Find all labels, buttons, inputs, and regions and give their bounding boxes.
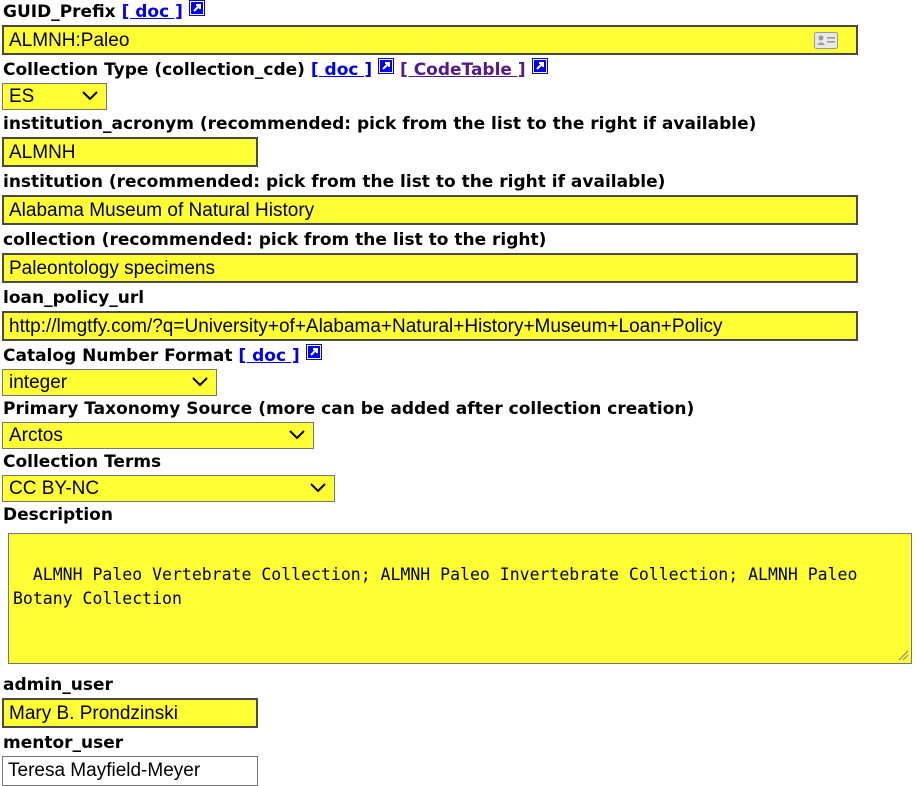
collection-type-label: Collection Type (collection_cde) [ doc ]… bbox=[3, 58, 548, 80]
guid-prefix-doc-link[interactable]: [ doc ] bbox=[122, 2, 183, 22]
collection-terms-select[interactable]: CC BY-NC bbox=[2, 475, 335, 502]
loan-policy-url-input[interactable]: http://lmgtfy.com/?q=University+of+Alaba… bbox=[2, 311, 858, 341]
external-link-icon[interactable] bbox=[188, 0, 205, 16]
chevron-down-icon bbox=[310, 483, 326, 493]
catalog-number-format-select[interactable]: integer bbox=[2, 369, 217, 396]
collection-type-value: ES bbox=[9, 86, 35, 107]
chevron-down-icon bbox=[82, 91, 98, 101]
guid-prefix-value: ALMNH:Paleo bbox=[9, 30, 130, 51]
external-link-icon[interactable] bbox=[531, 58, 548, 74]
primary-taxonomy-source-value: Arctos bbox=[9, 425, 63, 446]
guid-prefix-label: GUID_Prefix [ doc ] bbox=[3, 0, 205, 22]
collection-value: Paleontology specimens bbox=[9, 258, 215, 279]
catalog-number-format-doc-link[interactable]: [ doc ] bbox=[238, 346, 299, 366]
collection-terms-value: CC BY-NC bbox=[9, 478, 100, 499]
collection-input[interactable]: Paleontology specimens bbox=[2, 253, 858, 283]
contact-card-icon[interactable] bbox=[814, 32, 838, 49]
description-textarea[interactable]: ALMNH Paleo Vertebrate Collection; ALMNH… bbox=[8, 533, 912, 664]
institution-acronym-input[interactable]: ALMNH bbox=[2, 137, 258, 167]
primary-taxonomy-source-select[interactable]: Arctos bbox=[2, 422, 314, 449]
external-link-icon[interactable] bbox=[378, 58, 395, 74]
institution-label: institution (recommended: pick from the … bbox=[3, 172, 666, 192]
code-table-link[interactable]: [ CodeTable ] bbox=[400, 60, 526, 80]
mentor-user-label: mentor_user bbox=[3, 733, 124, 753]
external-link-icon[interactable] bbox=[305, 344, 322, 360]
admin-user-input[interactable]: Mary B. Prondzinski bbox=[2, 698, 258, 728]
chevron-down-icon bbox=[192, 377, 208, 387]
admin-user-label: admin_user bbox=[3, 675, 113, 695]
catalog-number-format-label: Catalog Number Format [ doc ] bbox=[3, 344, 322, 366]
mentor-user-value: Teresa Mayfield-Meyer bbox=[8, 760, 201, 781]
mentor-user-input[interactable]: Teresa Mayfield-Meyer bbox=[2, 756, 258, 786]
chevron-down-icon bbox=[289, 430, 305, 440]
description-value: ALMNH Paleo Vertebrate Collection; ALMNH… bbox=[13, 565, 868, 608]
primary-taxonomy-source-label: Primary Taxonomy Source (more can be add… bbox=[3, 399, 695, 419]
institution-acronym-value: ALMNH bbox=[9, 142, 76, 163]
collection-type-select[interactable]: ES bbox=[2, 83, 107, 110]
institution-value: Alabama Museum of Natural History bbox=[9, 200, 315, 221]
description-label: Description bbox=[3, 505, 113, 525]
admin-user-value: Mary B. Prondzinski bbox=[9, 703, 178, 724]
resize-grip-icon[interactable] bbox=[897, 649, 909, 661]
collection-type-doc-link[interactable]: [ doc ] bbox=[311, 60, 372, 80]
institution-acronym-label: institution_acronym (recommended: pick f… bbox=[3, 114, 757, 134]
loan-policy-url-value: http://lmgtfy.com/?q=University+of+Alaba… bbox=[9, 316, 723, 337]
catalog-number-format-value: integer bbox=[9, 372, 68, 393]
guid-prefix-input[interactable]: ALMNH:Paleo bbox=[2, 25, 858, 55]
collection-label: collection (recommended: pick from the l… bbox=[3, 230, 547, 250]
loan-policy-url-label: loan_policy_url bbox=[3, 288, 145, 308]
institution-input[interactable]: Alabama Museum of Natural History bbox=[2, 195, 858, 225]
collection-terms-label: Collection Terms bbox=[3, 452, 162, 472]
